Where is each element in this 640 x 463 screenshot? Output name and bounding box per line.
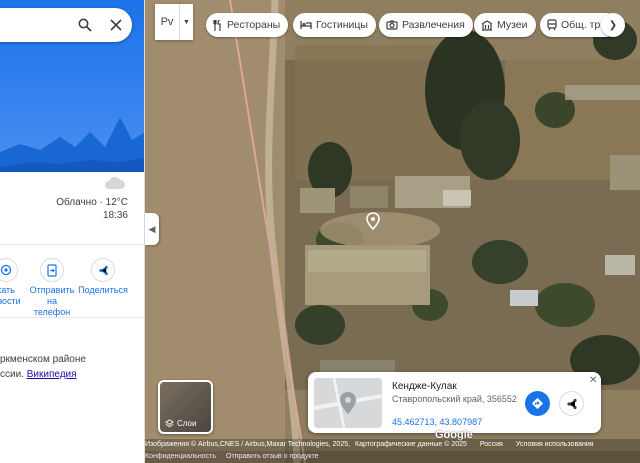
- divider: [0, 317, 144, 318]
- collapse-panel-button[interactable]: ◀: [145, 213, 159, 245]
- chevron-right-icon: ❯: [608, 19, 618, 31]
- action-nearby[interactable]: кать юзости: [0, 258, 26, 307]
- close-icon[interactable]: ✕: [589, 375, 597, 386]
- map-data-attribution[interactable]: Картографические данные © 2025: [355, 441, 467, 448]
- chip-entertainment[interactable]: Развлечения: [379, 13, 473, 37]
- action-label: Поделиться: [78, 285, 128, 295]
- transit-icon: [547, 19, 557, 31]
- chip-label: Рестораны: [227, 19, 281, 31]
- share-icon: [91, 258, 115, 282]
- imagery-attribution: Изображения © Airbus,CNES / Airbus,Maxar…: [145, 441, 351, 448]
- chip-label: Развлечения: [402, 19, 465, 31]
- chip-label: Общ. тр: [561, 19, 601, 31]
- action-label: Отправить: [29, 285, 75, 295]
- directions-icon: [531, 397, 544, 410]
- museum-icon: [481, 19, 493, 31]
- action-share[interactable]: Поделиться: [76, 258, 130, 296]
- footer-links: Конфиденциальность Отправить отзыв о прод…: [145, 451, 640, 463]
- map-type-select[interactable]: Рv ▼: [155, 4, 193, 40]
- layers-icon: [165, 419, 174, 428]
- chip-hotels[interactable]: Гостиницы: [293, 13, 376, 37]
- chip-label: Гостиницы: [316, 19, 368, 31]
- attribution-bar: Изображения © Airbus,CNES / Airbus,Maxar…: [145, 439, 640, 451]
- chip-museums[interactable]: Музеи: [474, 13, 536, 37]
- description-line: ркменском районе: [0, 354, 86, 365]
- send-to-phone-icon: [40, 258, 64, 282]
- layers-label: Слои: [177, 419, 197, 428]
- place-name: Кендже-Кулак: [392, 381, 457, 392]
- share-button[interactable]: [559, 391, 584, 416]
- restaurant-icon: [213, 19, 221, 31]
- action-send-to-phone[interactable]: Отправить на телефон: [28, 258, 76, 318]
- chips-next-button[interactable]: ❯: [601, 13, 625, 37]
- place-address: Ставропольский край, 356552: [392, 394, 517, 404]
- location-pin-icon[interactable]: [366, 212, 380, 235]
- privacy-link[interactable]: Конфиденциальность: [145, 453, 216, 460]
- terms-link[interactable]: Условия использования: [516, 441, 594, 448]
- chevron-down-icon[interactable]: ▼: [179, 4, 193, 40]
- search-icon[interactable]: [78, 18, 92, 32]
- action-label: кать: [0, 285, 15, 295]
- weather-time: 18:36: [102, 210, 128, 221]
- hotel-icon: [300, 21, 312, 29]
- layers-button[interactable]: Слои: [158, 380, 213, 434]
- divider: [0, 244, 144, 245]
- chip-restaurants[interactable]: Рестораны: [206, 13, 289, 37]
- close-icon[interactable]: [110, 19, 122, 31]
- side-panel: Облачно · 12°C 18:36 кать юзости Отправи…: [0, 0, 145, 463]
- place-description: ркменском районе ссии. Википедия: [0, 352, 86, 382]
- camera-icon: [386, 20, 398, 30]
- place-card[interactable]: Кендже-Кулак Ставропольский край, 356552…: [308, 372, 601, 433]
- chevron-left-icon: ◀: [148, 223, 156, 234]
- place-coordinates[interactable]: 45.462713, 43.807987: [392, 417, 482, 427]
- place-thumbnail[interactable]: [314, 378, 382, 428]
- nearby-icon: [0, 258, 18, 282]
- wikipedia-link[interactable]: Википедия: [27, 369, 77, 380]
- country-link[interactable]: Россия: [480, 441, 503, 448]
- action-label: юзости: [0, 296, 21, 306]
- chip-label: Музеи: [497, 19, 528, 31]
- map-type-label: Рv: [160, 16, 174, 28]
- search-box[interactable]: [0, 8, 132, 42]
- directions-button[interactable]: [525, 391, 550, 416]
- weather-info: Облачно · 12°C 18:36: [56, 178, 128, 222]
- feedback-link[interactable]: Отправить отзыв о продукте: [226, 453, 319, 460]
- action-label: на телефон: [33, 296, 71, 317]
- description-line: ссии.: [0, 369, 27, 380]
- weather-condition: Облачно · 12°C: [56, 197, 128, 208]
- share-icon: [566, 398, 577, 409]
